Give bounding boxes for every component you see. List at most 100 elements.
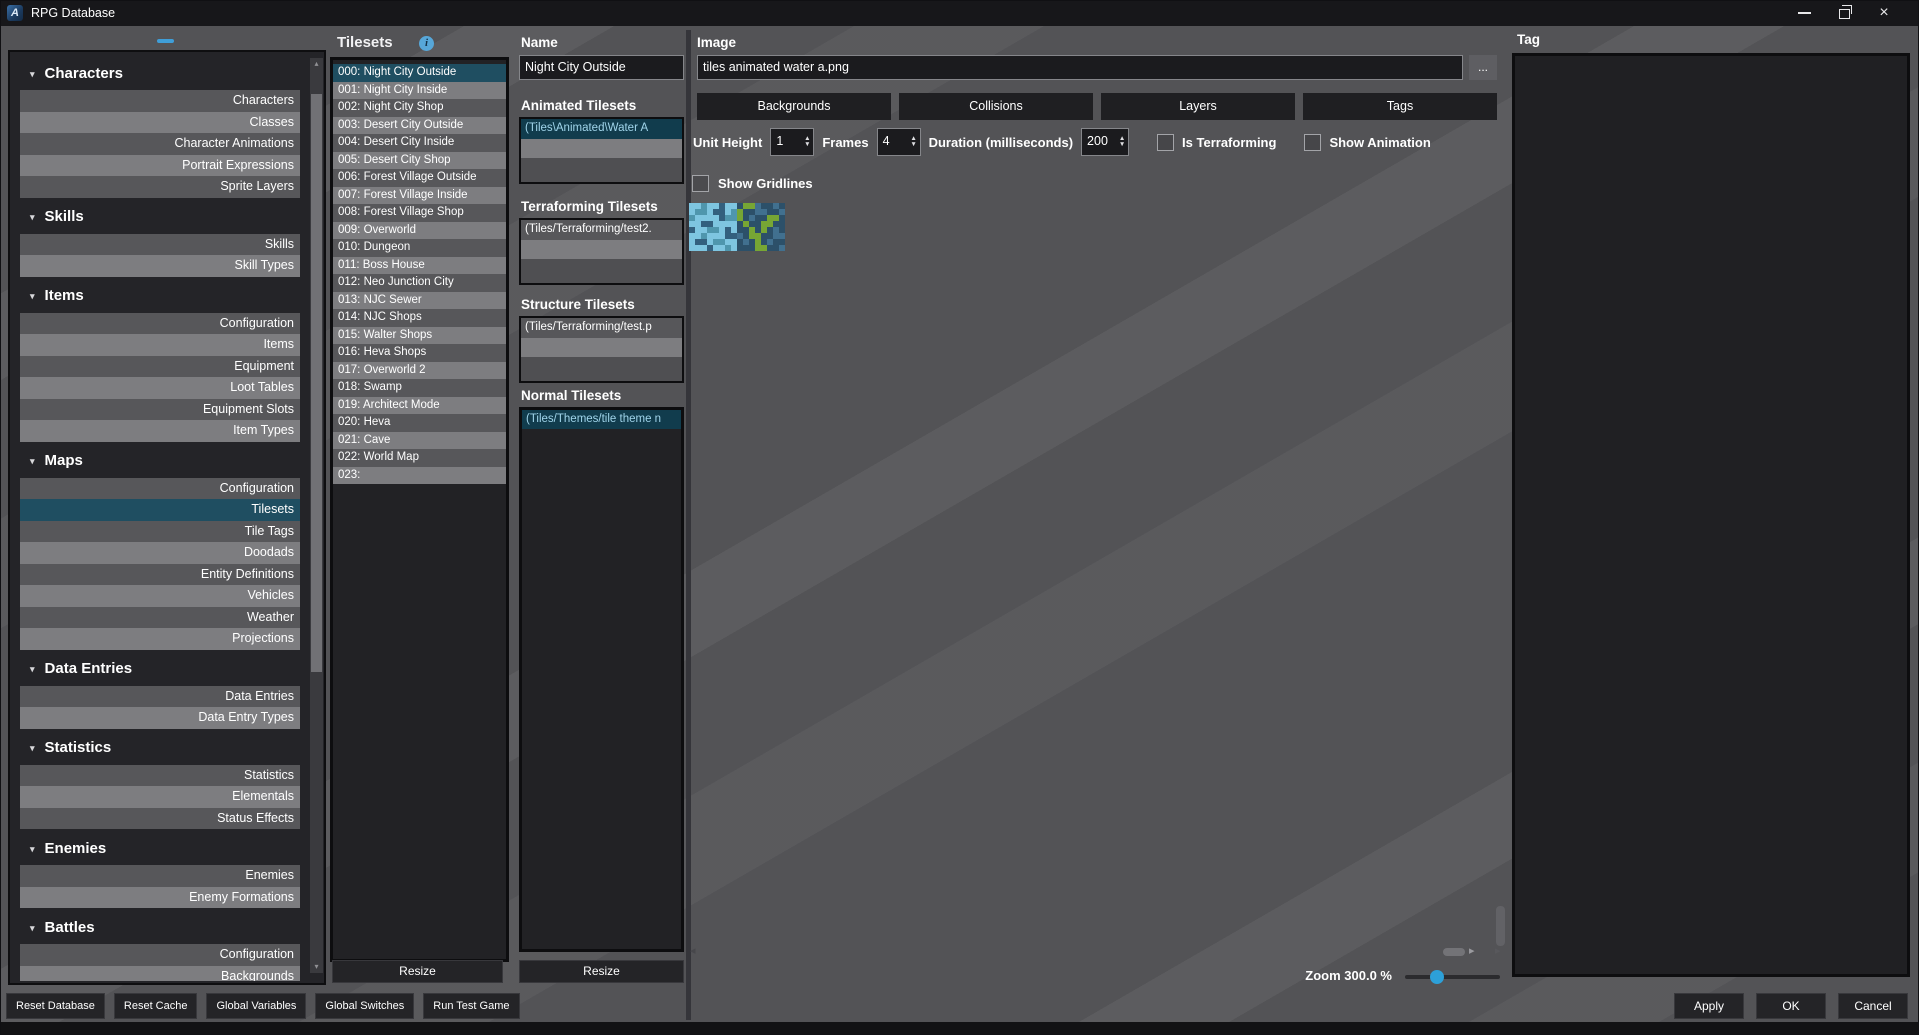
sidebar-item[interactable]: Status Effects (20, 808, 300, 830)
stepper-down-icon[interactable]: ▼ (910, 142, 916, 148)
tileset-list-item[interactable]: 022: World Map (333, 449, 506, 467)
tab[interactable]: Backgrounds (697, 93, 891, 120)
duration-stepper[interactable]: 200 ▲▼ (1081, 128, 1129, 156)
sidebar-item[interactable]: Enemies (20, 865, 300, 887)
sidebar-item[interactable]: Loot Tables (20, 377, 300, 399)
tag-list[interactable] (1512, 53, 1910, 977)
browse-button[interactable]: ... (1469, 55, 1497, 80)
structure-tileset-item[interactable]: (Tiles/Terraforming/test.p (521, 318, 682, 338)
footer-button[interactable]: Run Test Game (423, 993, 519, 1019)
sidebar-item[interactable]: Data Entry Types (20, 707, 300, 729)
footer-button[interactable]: Global Variables (206, 993, 306, 1019)
tilesets-list[interactable]: 000: Night City Outside001: Night City I… (330, 57, 509, 962)
scroll-up-icon[interactable]: ▴ (310, 58, 323, 70)
sidebar-item[interactable]: Configuration (20, 478, 300, 500)
hscroll-edge-icon[interactable]: ▸ (1495, 944, 1501, 958)
section-header[interactable]: ▾Statistics (20, 738, 300, 758)
frames-stepper[interactable]: 4 ▲▼ (877, 128, 921, 156)
section-header[interactable]: ▾Items (20, 286, 300, 306)
tileset-list-item[interactable]: 013: NJC Sewer (333, 292, 506, 310)
section-header[interactable]: ▾Battles (20, 917, 300, 937)
tab[interactable]: Layers (1101, 93, 1295, 120)
tileset-list-item[interactable]: 003: Desert City Outside (333, 117, 506, 135)
sidebar-item[interactable]: Tile Tags (20, 521, 300, 543)
animated-tilesets-list[interactable]: (Tiles\Animated\Water A (519, 117, 684, 184)
tileset-list-item[interactable]: 019: Architect Mode (333, 397, 506, 415)
tileset-list-item[interactable]: 001: Night City Inside (333, 82, 506, 100)
structure-tilesets-list[interactable]: (Tiles/Terraforming/test.p (519, 316, 684, 383)
tileset-list-item[interactable]: 008: Forest Village Shop (333, 204, 506, 222)
sidebar-item[interactable]: Projections (20, 628, 300, 650)
tileset-preview[interactable] (689, 203, 785, 251)
tileset-list-item[interactable]: 014: NJC Shops (333, 309, 506, 327)
duration-value[interactable]: 200 (1082, 129, 1116, 155)
footer-button[interactable]: Reset Cache (114, 993, 198, 1019)
normal-tilesets-list[interactable]: (Tiles/Themes/tile theme n (519, 407, 684, 952)
sidebar-item[interactable]: Tilesets (20, 499, 300, 521)
tileset-list-item[interactable]: 021: Cave (333, 432, 506, 450)
hscroll-thumb[interactable] (1443, 948, 1465, 956)
sidebar-item[interactable]: Entity Definitions (20, 564, 300, 586)
stepper-arrows[interactable]: ▲▼ (801, 129, 813, 155)
tab[interactable]: Collisions (899, 93, 1093, 120)
tileset-list-item[interactable]: 009: Overworld (333, 222, 506, 240)
tileset-list-item[interactable]: 012: Neo Junction City (333, 274, 506, 292)
sidebar-item[interactable]: Enemy Formations (20, 887, 300, 909)
tileset-list-item[interactable]: 010: Dungeon (333, 239, 506, 257)
tileset-list-item[interactable]: 015: Walter Shops (333, 327, 506, 345)
dialog-button[interactable]: OK (1756, 993, 1826, 1019)
stepper-arrows[interactable]: ▲▼ (908, 129, 920, 155)
sidebar-item[interactable]: Statistics (20, 765, 300, 787)
tileset-list-item[interactable]: 000: Night City Outside (333, 64, 506, 82)
stepper-arrows[interactable]: ▲▼ (1116, 129, 1128, 155)
sidebar-item[interactable]: Skill Types (20, 255, 300, 277)
name-input[interactable]: Night City Outside (519, 55, 684, 80)
tileset-list-item[interactable]: 005: Desert City Shop (333, 152, 506, 170)
splitter-grip[interactable] (157, 39, 174, 43)
sidebar-item[interactable]: Equipment Slots (20, 399, 300, 421)
zoom-slider-thumb[interactable] (1430, 970, 1444, 984)
stepper-down-icon[interactable]: ▼ (1119, 142, 1125, 148)
sidebar-item[interactable]: Doodads (20, 542, 300, 564)
dialog-button[interactable]: Cancel (1838, 993, 1908, 1019)
footer-button[interactable]: Reset Database (6, 993, 105, 1019)
minimize-button[interactable] (1786, 0, 1822, 26)
sidebar-scrollbar[interactable]: ▴ ▾ (310, 58, 323, 973)
animated-tileset-item[interactable]: (Tiles\Animated\Water A (521, 119, 682, 139)
is-terraforming-checkbox[interactable] (1157, 134, 1174, 151)
sidebar-item[interactable]: Backgrounds (20, 966, 300, 982)
tileset-list-item[interactable]: 016: Heva Shops (333, 344, 506, 362)
scrollbar-thumb[interactable] (311, 94, 322, 672)
normal-tileset-item[interactable]: (Tiles/Themes/tile theme n (522, 410, 681, 429)
tilesets-resize-button[interactable]: Resize (332, 960, 503, 983)
section-header[interactable]: ▾Maps (20, 451, 300, 471)
tileset-list-item[interactable]: 007: Forest Village Inside (333, 187, 506, 205)
terraforming-tilesets-list[interactable]: (Tiles/Terraforming/test2. (519, 218, 684, 285)
tileset-list-item[interactable]: 020: Heva (333, 414, 506, 432)
tileset-list-item[interactable]: 023: (333, 467, 506, 485)
hscroll-left-icon[interactable]: ◂ (690, 944, 696, 958)
vscroll-thumb[interactable] (1496, 906, 1505, 946)
info-icon[interactable]: i (419, 36, 434, 51)
sidebar-item[interactable]: Skills (20, 234, 300, 256)
tileset-list-item[interactable]: 004: Desert City Inside (333, 134, 506, 152)
tileset-list-item[interactable]: 006: Forest Village Outside (333, 169, 506, 187)
show-gridlines-checkbox[interactable] (692, 175, 709, 192)
frames-value[interactable]: 4 (878, 129, 908, 155)
sidebar-item[interactable]: Equipment (20, 356, 300, 378)
section-header[interactable]: ▾Enemies (20, 838, 300, 858)
detail-resize-button[interactable]: Resize (519, 960, 684, 983)
image-input[interactable]: tiles animated water a.png (697, 55, 1463, 80)
unit-height-stepper[interactable]: 1 ▲▼ (770, 128, 814, 156)
sidebar-item[interactable]: Elementals (20, 786, 300, 808)
section-header[interactable]: ▾Skills (20, 207, 300, 227)
restore-button[interactable] (1826, 0, 1862, 26)
tab[interactable]: Tags (1303, 93, 1497, 120)
sidebar-item[interactable]: Portrait Expressions (20, 155, 300, 177)
tileset-list-item[interactable]: 011: Boss House (333, 257, 506, 275)
sidebar-item[interactable]: Classes (20, 112, 300, 134)
dialog-button[interactable]: Apply (1674, 993, 1744, 1019)
sidebar-item[interactable]: Data Entries (20, 686, 300, 708)
stepper-down-icon[interactable]: ▼ (804, 142, 810, 148)
column-splitter[interactable] (686, 30, 691, 1020)
